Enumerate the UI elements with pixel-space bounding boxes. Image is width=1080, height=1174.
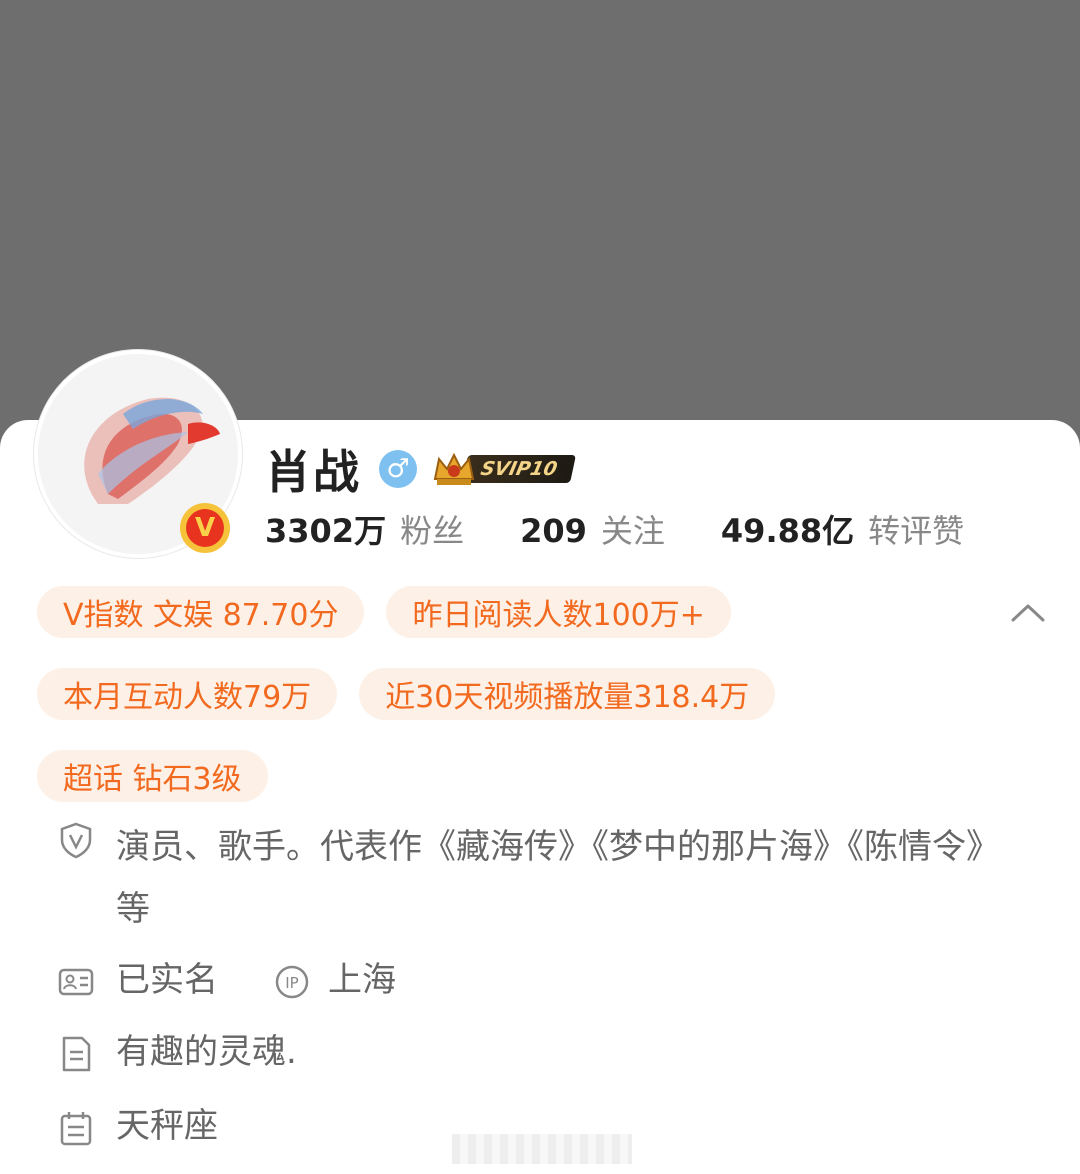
stat-fans-label: 粉丝 bbox=[400, 512, 465, 550]
verified-v-badge: V bbox=[180, 503, 230, 553]
stat-interactions-label: 转评赞 bbox=[868, 512, 965, 550]
ip-location-text: 上海 bbox=[328, 960, 396, 1000]
calendar-icon bbox=[60, 1112, 92, 1146]
svip-badge[interactable]: SVIP10 bbox=[431, 451, 576, 487]
profile-tags: V指数 文娱 87.70分 昨日阅读人数100万+ 本月互动人数79万 近30天… bbox=[37, 586, 797, 832]
stat-fans-value: 3302万 bbox=[265, 512, 387, 550]
stat-following-label: 关注 bbox=[600, 512, 665, 550]
crown-icon bbox=[433, 452, 475, 485]
description-text: 演员、歌手。代表作《藏海传》《梦中的那片海》《陈情令》等 bbox=[116, 827, 983, 929]
tag-super-topic[interactable]: 超话 钻石3级 bbox=[37, 750, 268, 802]
description-row: 演员、歌手。代表作《藏海传》《梦中的那片海》《陈情令》等 bbox=[56, 816, 1016, 940]
stat-fans[interactable]: 3302万 粉丝 bbox=[265, 506, 464, 552]
profile-name: 肖战 bbox=[265, 445, 361, 499]
bio-text: 有趣的灵魂. bbox=[116, 1032, 297, 1072]
tag-v-index[interactable]: V指数 文娱 87.70分 bbox=[37, 586, 365, 638]
chevron-up-icon[interactable] bbox=[1008, 596, 1048, 628]
ip-icon: IP bbox=[275, 965, 309, 999]
male-gender-icon: ♂ bbox=[379, 450, 417, 488]
document-icon bbox=[62, 1036, 91, 1072]
bio-row: 有趣的灵魂. bbox=[56, 1022, 1016, 1082]
tag-video-plays[interactable]: 近30天视频播放量318.4万 bbox=[359, 668, 776, 720]
name-row: 肖战 ♂ SVIP10 bbox=[265, 438, 576, 500]
stat-following[interactable]: 209 关注 bbox=[520, 506, 665, 552]
svip-label: SVIP10 bbox=[462, 455, 576, 483]
id-card-icon bbox=[58, 968, 94, 996]
tag-row: 超话 钻石3级 bbox=[37, 750, 797, 802]
stats-row: 3302万 粉丝 209 关注 49.88亿 转评赞 bbox=[265, 505, 1020, 553]
meta-row: 已实名 IP 上海 bbox=[56, 950, 1016, 1010]
watermark-overlay bbox=[452, 1134, 632, 1164]
shield-v-icon bbox=[60, 822, 92, 859]
ip-location: IP 上海 bbox=[272, 950, 396, 1010]
stat-interactions-value: 49.88亿 bbox=[720, 512, 855, 550]
tag-daily-readers[interactable]: 昨日阅读人数100万+ bbox=[386, 586, 731, 638]
verified-v-icon: V bbox=[186, 509, 224, 547]
stat-interactions[interactable]: 49.88亿 转评赞 bbox=[721, 506, 964, 552]
tag-monthly-interactions[interactable]: 本月互动人数79万 bbox=[37, 668, 338, 720]
svg-text:IP: IP bbox=[285, 974, 298, 992]
tag-row: V指数 文娱 87.70分 昨日阅读人数100万+ bbox=[37, 586, 797, 638]
tag-row: 本月互动人数79万 近30天视频播放量318.4万 bbox=[37, 668, 797, 720]
zodiac-text: 天秤座 bbox=[116, 1106, 218, 1146]
stat-following-value: 209 bbox=[520, 512, 587, 550]
real-name-status: 已实名 bbox=[116, 960, 218, 1000]
